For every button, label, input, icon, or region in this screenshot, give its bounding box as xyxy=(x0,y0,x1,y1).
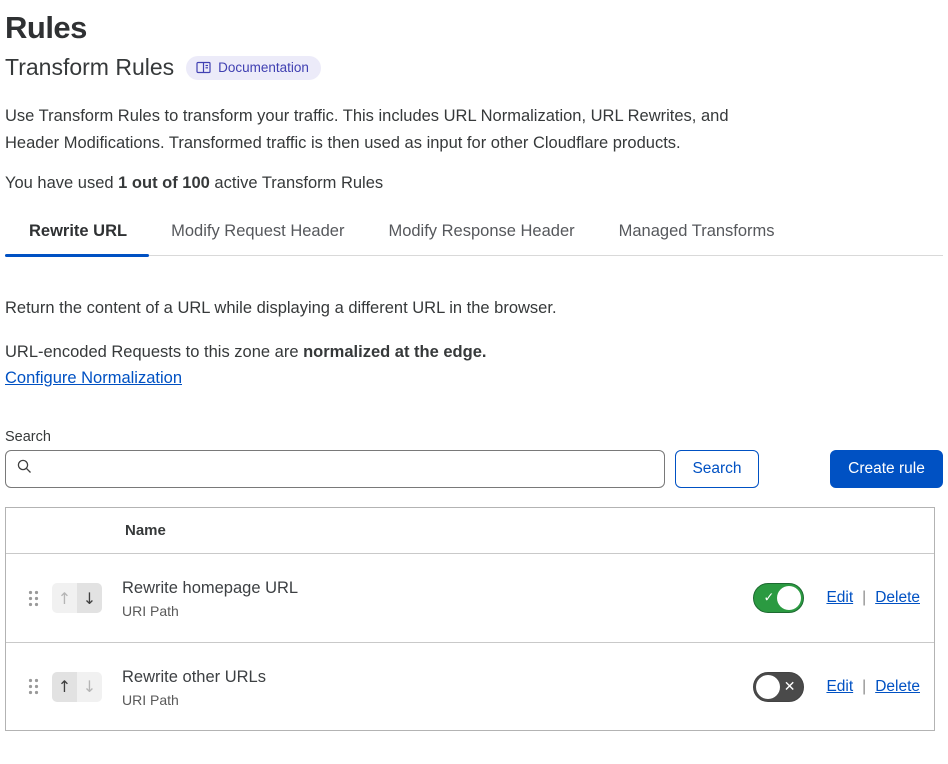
rule-enabled-toggle[interactable]: ✓ ✕ xyxy=(753,672,804,702)
create-rule-button[interactable]: Create rule xyxy=(830,450,943,488)
usage-summary: You have used 1 out of 100 active Transf… xyxy=(5,174,943,193)
action-separator: | xyxy=(862,678,866,696)
move-buttons: ↑ ↓ xyxy=(52,672,102,702)
move-up-button[interactable]: ↑ xyxy=(52,672,77,702)
book-icon xyxy=(196,61,211,74)
tab-modify-request-header[interactable]: Modify Request Header xyxy=(149,222,366,255)
normalization-status-bold: normalized at the edge. xyxy=(303,343,486,361)
edit-link[interactable]: Edit xyxy=(826,589,853,607)
page-description: Use Transform Rules to transform your tr… xyxy=(5,103,787,157)
search-box[interactable] xyxy=(5,450,665,488)
tabbar: Rewrite URL Modify Request Header Modify… xyxy=(5,222,943,256)
cross-icon: ✕ xyxy=(784,679,796,695)
toggle-knob xyxy=(756,675,780,699)
rule-name: Rewrite other URLs xyxy=(122,666,266,688)
move-up-button[interactable]: ↑ xyxy=(52,583,77,613)
documentation-badge-label: Documentation xyxy=(218,60,309,75)
up-arrow-icon: ↑ xyxy=(58,589,71,608)
tab-rewrite-url[interactable]: Rewrite URL xyxy=(5,222,149,255)
drag-handle-icon[interactable] xyxy=(28,590,39,607)
action-separator: | xyxy=(862,589,866,607)
page-title: Rules xyxy=(5,8,943,48)
table-header-row: Name xyxy=(6,508,934,554)
documentation-badge[interactable]: Documentation xyxy=(186,56,321,80)
column-header-name: Name xyxy=(6,522,166,539)
rule-text: Rewrite other URLs URI Path xyxy=(122,666,266,708)
tab-modify-response-header[interactable]: Modify Response Header xyxy=(366,222,596,255)
row-actions: Edit | Delete xyxy=(826,678,920,696)
down-arrow-icon: ↓ xyxy=(83,677,96,696)
normalization-status: URL-encoded Requests to this zone are no… xyxy=(5,343,943,362)
tab-managed-transforms[interactable]: Managed Transforms xyxy=(597,222,797,255)
row-actions: Edit | Delete xyxy=(826,589,920,607)
table-row: ↑ ↓ Rewrite homepage URL URI Path ✓ ✕ Ed… xyxy=(6,554,934,642)
search-button[interactable]: Search xyxy=(675,450,759,488)
rule-text: Rewrite homepage URL URI Path xyxy=(122,577,298,619)
delete-link[interactable]: Delete xyxy=(875,678,920,696)
drag-handle-icon[interactable] xyxy=(28,678,39,695)
page-subtitle-row: Transform Rules Documentation xyxy=(5,54,943,81)
move-down-button[interactable]: ↓ xyxy=(77,583,102,613)
toggle-knob xyxy=(777,586,801,610)
search-label: Search xyxy=(5,429,943,445)
move-down-button[interactable]: ↓ xyxy=(77,672,102,702)
rule-field: URI Path xyxy=(122,692,266,708)
rule-field: URI Path xyxy=(122,603,298,619)
search-icon xyxy=(16,458,33,480)
table-row: ↑ ↓ Rewrite other URLs URI Path ✓ ✕ Edit… xyxy=(6,642,934,730)
rules-table: Name ↑ ↓ Rewrite homepage URL URI Path ✓… xyxy=(5,507,935,731)
search-input[interactable] xyxy=(41,451,654,487)
edit-link[interactable]: Edit xyxy=(826,678,853,696)
usage-count: 1 out of 100 xyxy=(118,174,210,192)
configure-normalization-link[interactable]: Configure Normalization xyxy=(5,369,182,388)
toolbar: Search Create rule xyxy=(5,450,943,488)
down-arrow-icon: ↓ xyxy=(83,589,96,608)
tab-description: Return the content of a URL while displa… xyxy=(5,299,943,318)
rule-name: Rewrite homepage URL xyxy=(122,577,298,599)
up-arrow-icon: ↑ xyxy=(58,677,71,696)
delete-link[interactable]: Delete xyxy=(875,589,920,607)
page-subtitle: Transform Rules xyxy=(5,54,174,81)
check-icon: ✓ xyxy=(763,591,774,606)
rule-enabled-toggle[interactable]: ✓ ✕ xyxy=(753,583,804,613)
move-buttons: ↑ ↓ xyxy=(52,583,102,613)
